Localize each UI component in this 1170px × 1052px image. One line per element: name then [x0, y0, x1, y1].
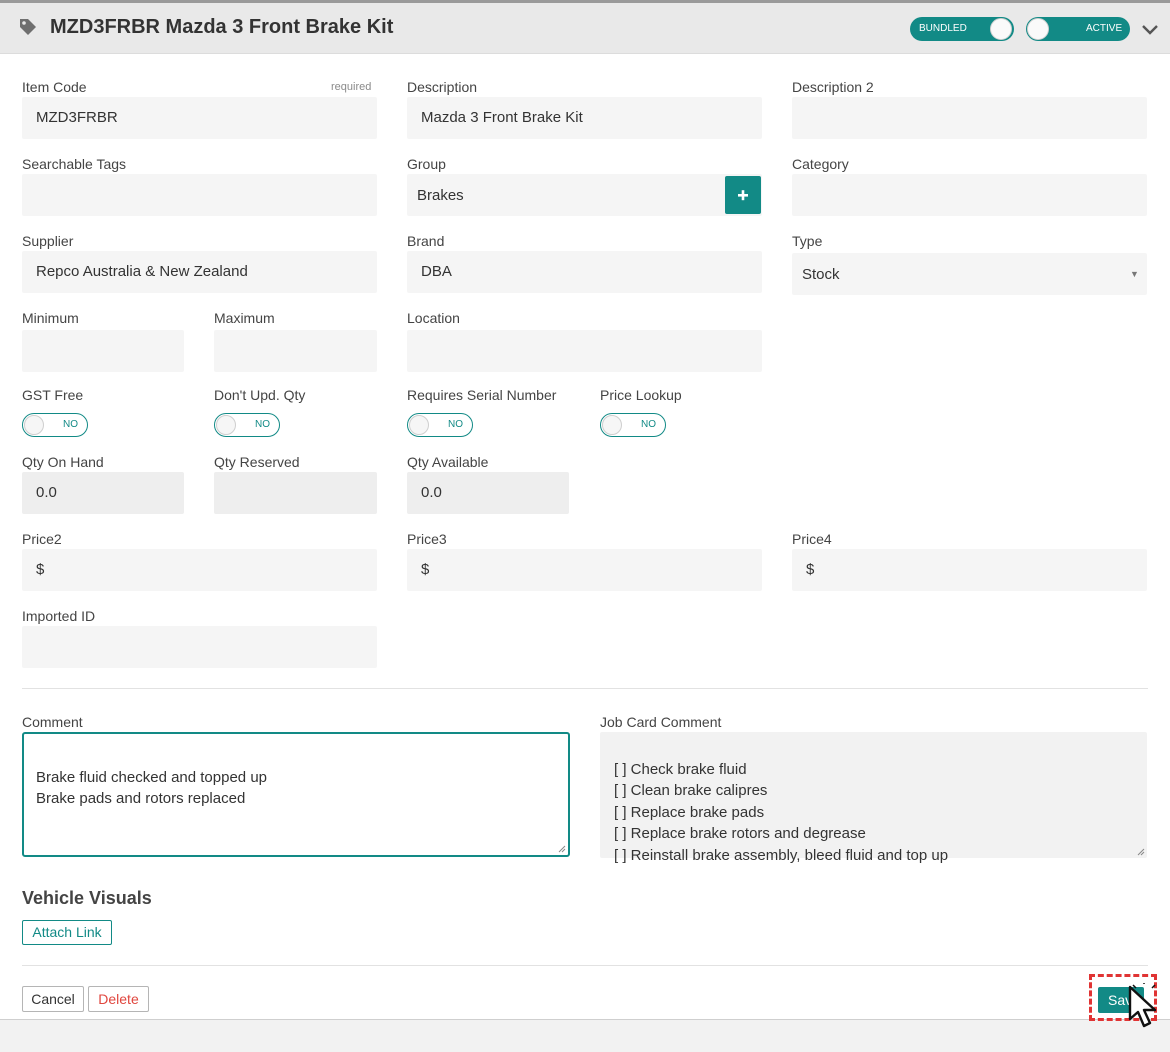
- qty-reserved-label: Qty Reserved: [214, 454, 300, 470]
- minimum-label: Minimum: [22, 310, 79, 326]
- toggle-state: NO: [448, 419, 463, 430]
- resize-grip-icon[interactable]: [1137, 848, 1145, 856]
- searchable-tags-input[interactable]: [22, 174, 377, 216]
- price2-input[interactable]: $: [22, 549, 377, 591]
- select-arrow-icon: ▼: [1130, 269, 1139, 279]
- delete-button[interactable]: Delete: [88, 986, 149, 1012]
- mouse-pointer-icon: [1128, 983, 1157, 1028]
- maximum-label: Maximum: [214, 310, 275, 326]
- brand-input[interactable]: DBA: [407, 251, 762, 293]
- toggle-state: NO: [641, 419, 656, 430]
- price4-label: Price4: [792, 531, 832, 547]
- price-lookup-label: Price Lookup: [600, 387, 682, 403]
- panel-header: MZD3FRBR Mazda 3 Front Brake Kit BUNDLED…: [0, 3, 1170, 54]
- active-toggle[interactable]: ACTIVE: [1026, 17, 1130, 41]
- price2-label: Price2: [22, 531, 62, 547]
- searchable-tags-label: Searchable Tags: [22, 156, 127, 172]
- item-edit-panel: MZD3FRBR Mazda 3 Front Brake Kit BUNDLED…: [0, 0, 1170, 1020]
- description-input[interactable]: Mazda 3 Front Brake Kit: [407, 97, 762, 139]
- minimum-input[interactable]: [22, 330, 184, 372]
- gst-free-label: GST Free: [22, 387, 84, 403]
- group-input[interactable]: Brakes: [407, 174, 762, 216]
- comment-textarea[interactable]: Brake fluid checked and topped up Brake …: [22, 732, 570, 857]
- dont-upd-qty-toggle[interactable]: NO: [214, 413, 280, 437]
- qty-on-hand-label: Qty On Hand: [22, 454, 104, 470]
- type-label: Type: [792, 233, 823, 249]
- brand-label: Brand: [407, 233, 445, 249]
- price3-input[interactable]: $: [407, 549, 762, 591]
- requires-serial-label: Requires Serial Number: [407, 387, 557, 403]
- maximum-input[interactable]: [214, 330, 377, 372]
- price3-label: Price3: [407, 531, 447, 547]
- chevron-down-icon[interactable]: [1141, 24, 1159, 36]
- location-label: Location: [407, 310, 460, 326]
- toggle-knob: [216, 415, 236, 435]
- job-card-comment-textarea[interactable]: [ ] Check brake fluid [ ] Clean brake ca…: [600, 732, 1147, 864]
- page-title: MZD3FRBR Mazda 3 Front Brake Kit: [50, 16, 394, 38]
- attach-link-button[interactable]: Attach Link: [22, 920, 112, 945]
- qty-available-value: 0.0: [407, 472, 569, 514]
- toggle-knob: [409, 415, 429, 435]
- add-group-button[interactable]: [725, 176, 761, 214]
- qty-reserved-value: [214, 472, 377, 514]
- required-hint: required: [331, 81, 372, 93]
- section-divider: [22, 688, 1148, 689]
- toggle-knob: [24, 415, 44, 435]
- qty-on-hand-value: 0.0: [22, 472, 184, 514]
- price-lookup-toggle[interactable]: NO: [600, 413, 666, 437]
- price4-input[interactable]: $: [792, 549, 1147, 591]
- plus-icon: [738, 190, 748, 201]
- bundled-toggle[interactable]: BUNDLED: [910, 17, 1014, 41]
- requires-serial-toggle[interactable]: NO: [407, 413, 473, 437]
- imported-id-input[interactable]: [22, 626, 377, 668]
- supplier-input[interactable]: Repco Australia & New Zealand: [22, 251, 377, 293]
- toggle-state: NO: [63, 419, 78, 430]
- bundled-toggle-label: BUNDLED: [919, 23, 967, 34]
- type-select[interactable]: Stock: [792, 253, 1147, 295]
- toggle-knob: [602, 415, 622, 435]
- group-label: Group: [407, 156, 446, 172]
- category-input[interactable]: [792, 174, 1147, 216]
- category-label: Category: [792, 156, 849, 172]
- vehicle-visuals-title: Vehicle Visuals: [22, 888, 152, 908]
- footer-divider: [22, 965, 1148, 966]
- dont-upd-qty-label: Don't Upd. Qty: [214, 387, 306, 403]
- description2-label: Description 2: [792, 79, 874, 95]
- location-input[interactable]: [407, 330, 762, 372]
- description2-input[interactable]: [792, 97, 1147, 139]
- bundled-toggle-knob: [990, 18, 1012, 40]
- item-code-input[interactable]: MZD3FRBR: [22, 97, 377, 139]
- toggle-state: NO: [255, 419, 270, 430]
- job-card-comment-text: [ ] Check brake fluid [ ] Clean brake ca…: [614, 760, 949, 864]
- qty-available-label: Qty Available: [407, 454, 489, 470]
- resize-grip-icon[interactable]: [558, 845, 566, 853]
- job-card-comment-label: Job Card Comment: [600, 714, 722, 730]
- tag-icon: [20, 19, 36, 35]
- supplier-label: Supplier: [22, 233, 74, 249]
- cancel-button[interactable]: Cancel: [22, 986, 84, 1012]
- comment-label: Comment: [22, 714, 83, 730]
- item-code-label: Item Code: [22, 79, 87, 95]
- gst-free-toggle[interactable]: NO: [22, 413, 88, 437]
- imported-id-label: Imported ID: [22, 608, 96, 624]
- active-toggle-knob: [1027, 18, 1049, 40]
- comment-text: Brake fluid checked and topped up Brake …: [36, 768, 267, 808]
- active-toggle-label: ACTIVE: [1086, 23, 1123, 34]
- description-label: Description: [407, 79, 478, 95]
